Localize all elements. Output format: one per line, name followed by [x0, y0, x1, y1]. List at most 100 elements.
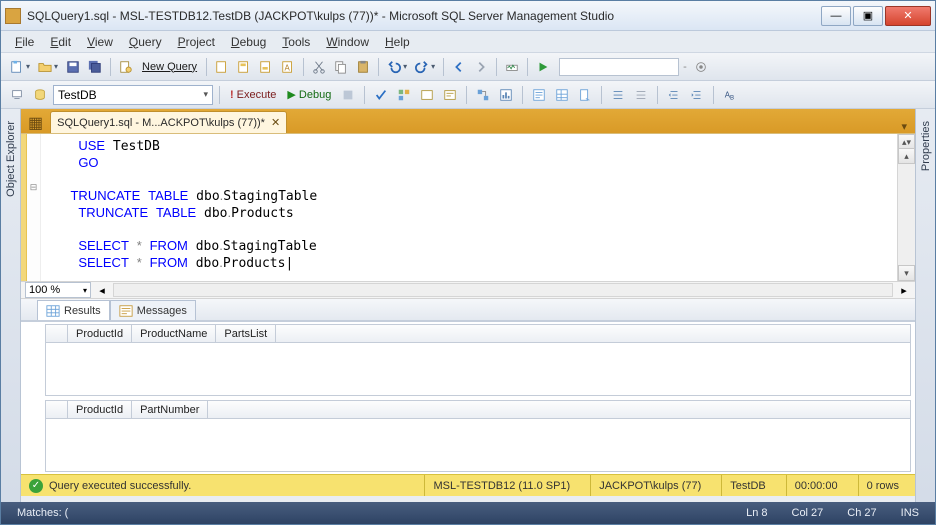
col-header[interactable]: ProductId — [68, 401, 132, 418]
col-header[interactable]: ProductId — [68, 325, 132, 342]
editor-vertical-scrollbar[interactable]: ▴▾ ▴ ▾ — [897, 134, 915, 281]
specify-values-button[interactable]: AB — [720, 85, 740, 105]
zoom-combo[interactable]: 100 %▾ — [25, 282, 91, 298]
cut-button[interactable] — [309, 57, 329, 77]
status-user: JACKPOT\kulps (77) — [590, 475, 709, 496]
file-tab-icon[interactable]: ▦ — [25, 113, 46, 133]
activity-button[interactable] — [502, 57, 522, 77]
indent-button[interactable] — [664, 85, 684, 105]
tb-icon-1[interactable] — [212, 57, 232, 77]
avail-db-button[interactable] — [30, 85, 50, 105]
hscroll-left-icon[interactable]: ◂ — [95, 280, 109, 300]
menu-tools[interactable]: Tools — [276, 33, 316, 51]
query-status-bar: ✓ Query executed successfully. MSL-TESTD… — [21, 474, 915, 496]
menu-help[interactable]: Help — [379, 33, 416, 51]
cancel-exec-button[interactable] — [338, 85, 358, 105]
estimated-plan-button[interactable] — [394, 85, 414, 105]
document-tab-close[interactable]: ✕ — [271, 116, 280, 129]
row-selector[interactable] — [46, 401, 68, 418]
editor-footer: 100 %▾ ◂ ▸ — [21, 281, 915, 299]
hscroll-right-icon[interactable]: ▸ — [897, 280, 911, 300]
grid-body — [46, 343, 910, 395]
parse-button[interactable] — [371, 85, 391, 105]
document-tab[interactable]: SQLQuery1.sql - M...ACKPOT\kulps (77))* … — [50, 111, 287, 133]
new-query-button[interactable]: New Query — [138, 61, 201, 73]
outline-margin[interactable]: ⊟ — [27, 134, 41, 281]
tb-icon-3[interactable] — [256, 57, 276, 77]
app-icon — [5, 8, 21, 24]
center-pane: ▦ SQLQuery1.sql - M...ACKPOT\kulps (77))… — [21, 109, 915, 502]
tab-messages[interactable]: Messages — [110, 300, 196, 320]
menu-edit[interactable]: Edit — [44, 33, 77, 51]
change-conn-button[interactable] — [7, 85, 27, 105]
status-db: TestDB — [721, 475, 773, 496]
scroll-down-icon[interactable]: ▾ — [898, 265, 915, 281]
results-grid-button[interactable] — [552, 85, 572, 105]
menu-view[interactable]: View — [81, 33, 119, 51]
properties-tab[interactable]: Properties — [915, 109, 935, 502]
menu-query[interactable]: Query — [123, 33, 168, 51]
results-text-button[interactable] — [529, 85, 549, 105]
database-combo[interactable]: TestDB ▾ — [53, 85, 213, 105]
save-button[interactable] — [63, 57, 83, 77]
code-text[interactable]: USE TestDB GO TRUNCATE TABLE dbo.Staging… — [41, 134, 897, 281]
nav-back-button[interactable] — [449, 57, 469, 77]
tb-icon-2[interactable] — [234, 57, 254, 77]
object-explorer-tab[interactable]: Object Explorer — [1, 109, 21, 502]
row-selector[interactable] — [46, 325, 68, 342]
save-all-button[interactable] — [85, 57, 105, 77]
query-options-button[interactable] — [417, 85, 437, 105]
results-panel: ProductId ProductName PartsList ProductI… — [21, 321, 915, 474]
uncomment-button[interactable] — [631, 85, 651, 105]
start-button[interactable] — [533, 57, 553, 77]
success-icon: ✓ — [29, 479, 43, 493]
menu-debug[interactable]: Debug — [225, 33, 272, 51]
status-elapsed: 00:00:00 — [786, 475, 846, 496]
editor-horizontal-scrollbar[interactable] — [113, 283, 893, 297]
close-button[interactable]: ✕ — [885, 6, 931, 26]
client-stats-button[interactable] — [496, 85, 516, 105]
database-combo-value: TestDB — [58, 88, 97, 102]
status-ln: Ln 8 — [740, 507, 773, 519]
status-ins: INS — [895, 507, 925, 519]
outdent-button[interactable] — [687, 85, 707, 105]
results-file-button[interactable] — [575, 85, 595, 105]
minimize-button[interactable]: — — [821, 6, 851, 26]
comment-button[interactable] — [608, 85, 628, 105]
status-rows: 0 rows — [858, 475, 907, 496]
copy-button[interactable] — [331, 57, 351, 77]
actual-plan-button[interactable] — [473, 85, 493, 105]
scroll-up-icon[interactable]: ▴ — [898, 148, 915, 164]
nav-fwd-button[interactable] — [471, 57, 491, 77]
menu-window[interactable]: Window — [320, 33, 375, 51]
document-tab-overflow[interactable]: ▾ — [897, 120, 911, 133]
col-header[interactable]: ProductName — [132, 325, 216, 342]
toolbar-sql: TestDB ▾ ! Execute ▶ Debug AB — [1, 81, 935, 109]
intellisense-button[interactable] — [440, 85, 460, 105]
results-grid-1[interactable]: ProductId ProductName PartsList — [45, 324, 911, 396]
tab-results[interactable]: Results — [37, 300, 110, 320]
col-header[interactable]: PartNumber — [132, 401, 208, 418]
tb-icon-4[interactable]: A — [278, 57, 298, 77]
paste-button[interactable] — [353, 57, 373, 77]
col-header[interactable]: PartsList — [216, 325, 276, 342]
code-editor[interactable]: ⊟ USE TestDB GO TRUNCATE TABLE dbo.Stagi… — [21, 133, 915, 281]
title-bar: SQLQuery1.sql - MSL-TESTDB12.TestDB (JAC… — [1, 1, 935, 31]
new-query-icon[interactable] — [116, 57, 136, 77]
execute-button[interactable]: ! Execute — [226, 85, 280, 105]
config-combo[interactable] — [559, 58, 679, 76]
debug-button[interactable]: ▶ Debug — [283, 85, 335, 105]
status-message: Query executed successfully. — [49, 480, 191, 492]
status-col: Col 27 — [786, 507, 830, 519]
redo-button[interactable] — [412, 57, 438, 77]
status-server: MSL-TESTDB12 (11.0 SP1) — [424, 475, 578, 496]
new-project-button[interactable] — [7, 57, 33, 77]
maximize-button[interactable]: ▣ — [853, 6, 883, 26]
tb-gear-button[interactable] — [691, 57, 711, 77]
results-grid-2[interactable]: ProductId PartNumber — [45, 400, 911, 472]
menu-project[interactable]: Project — [172, 33, 221, 51]
undo-button[interactable] — [384, 57, 410, 77]
menu-file[interactable]: File — [9, 33, 40, 51]
toolbar-main: New Query A - — [1, 53, 935, 81]
open-button[interactable] — [35, 57, 61, 77]
